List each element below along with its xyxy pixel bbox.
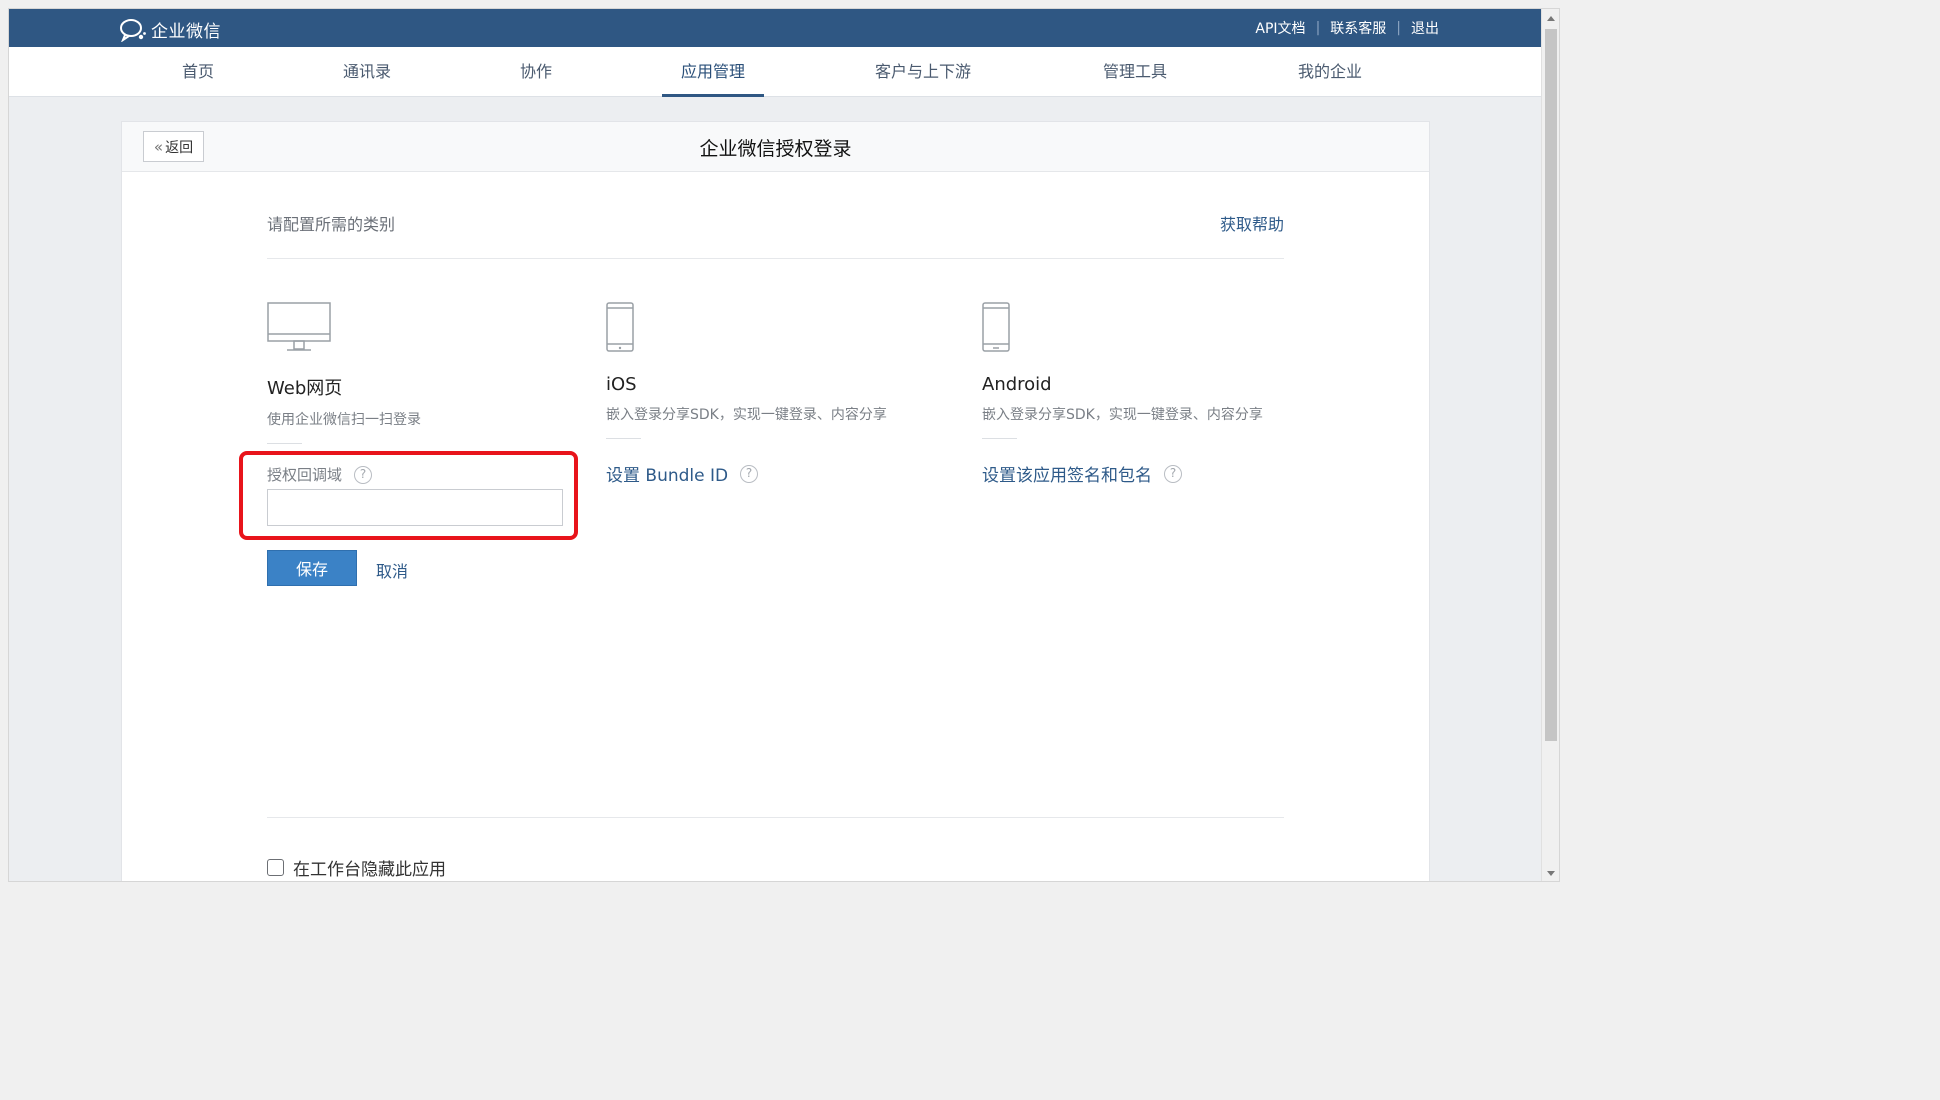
config-link-label: 设置 Bundle ID: [606, 466, 729, 486]
logo-text: 企业微信: [151, 22, 221, 42]
divider: [267, 443, 302, 444]
scroll-thumb[interactable]: [1545, 29, 1557, 741]
hide-app-label: 在工作台隐藏此应用: [293, 860, 446, 880]
cancel-link[interactable]: 取消: [376, 558, 408, 582]
contact-support-link[interactable]: 联系客服: [1330, 18, 1386, 38]
nav-item-customers[interactable]: 客户与上下游: [875, 47, 971, 97]
nav-item-home[interactable]: 首页: [182, 47, 214, 97]
config-link-label: 设置该应用签名和包名: [982, 466, 1152, 486]
top-bar: 企业微信 API文档 | 联系客服 | 退出: [9, 9, 1541, 47]
help-question-icon[interactable]: ?: [1164, 464, 1182, 483]
nav-item-admin-tools[interactable]: 管理工具: [1103, 47, 1167, 97]
platform-desc: 嵌入登录分享SDK，实现一键登录、内容分享: [606, 407, 887, 423]
platform-desc: 使用企业微信扫一扫登录: [267, 412, 421, 428]
nav-item-contacts[interactable]: 通讯录: [343, 47, 391, 97]
get-help-link[interactable]: 获取帮助: [1220, 211, 1284, 235]
platform-name: Web网页: [267, 378, 343, 399]
phone-icon: [982, 302, 1263, 354]
card-header: « 返回 企业微信授权登录: [122, 122, 1429, 172]
callback-domain-input[interactable]: [267, 489, 563, 526]
set-bundle-id-link[interactable]: 设置 Bundle ID ?: [606, 461, 887, 486]
logout-link[interactable]: 退出: [1411, 18, 1439, 38]
help-question-icon[interactable]: ?: [740, 464, 759, 483]
page-title: 企业微信授权登录: [699, 138, 852, 160]
platform-web: Web网页 使用企业微信扫一扫登录: [267, 302, 421, 444]
callback-domain-label: 授权回调域 ?: [267, 464, 373, 485]
platform-android: Android 嵌入登录分享SDK，实现一键登录、内容分享 设置该应用签名和包名…: [982, 302, 1263, 486]
divider: [606, 438, 641, 439]
platform-desc: 嵌入登录分享SDK，实现一键登录、内容分享: [982, 407, 1263, 423]
separator: |: [1315, 20, 1321, 36]
api-docs-link[interactable]: API文档: [1255, 18, 1305, 38]
divider: [982, 438, 1017, 439]
platform-name: iOS: [606, 374, 637, 395]
set-signature-package-link[interactable]: 设置该应用签名和包名 ?: [982, 461, 1263, 486]
section-label: 请配置所需的类别: [267, 215, 396, 234]
nav-item-app-management[interactable]: 应用管理: [661, 47, 765, 97]
divider: [267, 258, 1284, 259]
content-card: « 返回 企业微信授权登录 请配置所需的类别 获取帮助 Web网页 使用企业微信…: [121, 121, 1430, 881]
scroll-down-icon[interactable]: [1547, 871, 1555, 876]
wecom-logo-icon: [120, 18, 146, 42]
help-question-icon[interactable]: ?: [354, 465, 373, 484]
top-links: API文档 | 联系客服 | 退出: [1255, 18, 1439, 38]
save-button[interactable]: 保存: [267, 550, 357, 586]
main-nav: 首页 通讯录 协作 应用管理 客户与上下游 管理工具 我的企业: [9, 47, 1541, 97]
vertical-scrollbar[interactable]: [1541, 9, 1559, 881]
separator: |: [1396, 20, 1401, 36]
field-label-text: 授权回调域: [267, 466, 343, 484]
platform-ios: iOS 嵌入登录分享SDK，实现一键登录、内容分享 设置 Bundle ID ?: [606, 302, 887, 486]
monitor-icon: [267, 302, 421, 354]
platform-name: Android: [982, 374, 1052, 395]
hide-app-option[interactable]: 在工作台隐藏此应用: [267, 855, 446, 880]
browser-window: 企业微信 API文档 | 联系客服 | 退出 首页 通讯录 协作 应用管理 客户…: [8, 8, 1560, 882]
logo[interactable]: 企业微信: [119, 17, 221, 42]
nav-item-collaboration[interactable]: 协作: [520, 47, 552, 97]
nav-item-my-enterprise[interactable]: 我的企业: [1298, 47, 1362, 97]
divider: [267, 817, 1284, 818]
scroll-up-icon[interactable]: [1547, 16, 1555, 21]
phone-icon: [606, 302, 887, 354]
hide-app-checkbox[interactable]: [267, 859, 284, 876]
